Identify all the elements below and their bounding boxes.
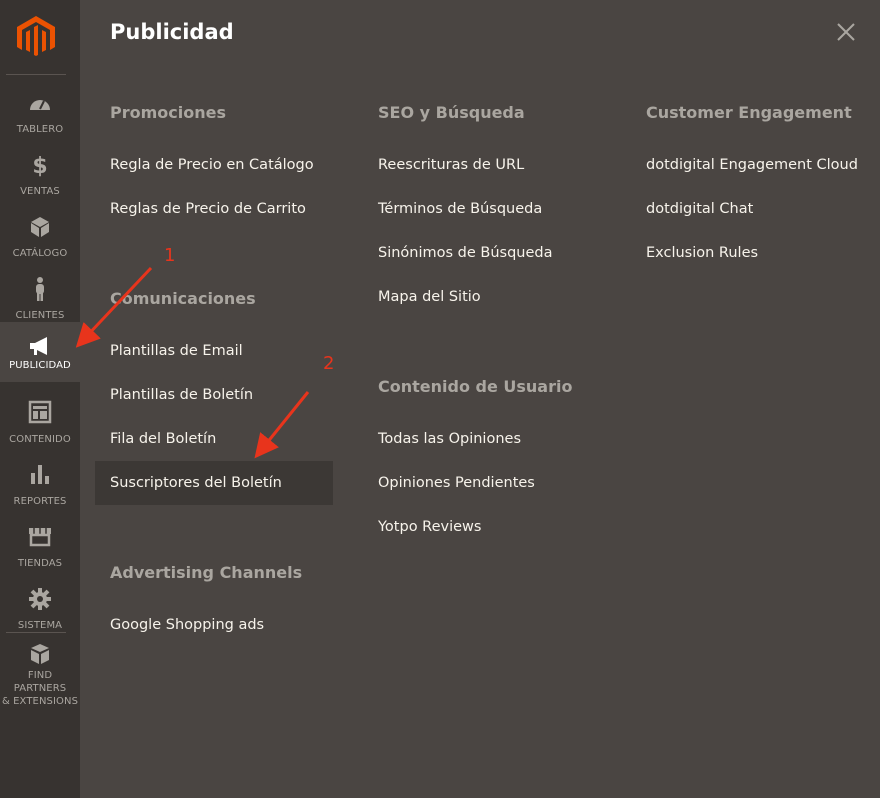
sidebar-item-label: PUBLICIDAD	[9, 360, 71, 371]
menu-link-exclusion-rules[interactable]: Exclusion Rules	[646, 245, 758, 261]
sidebar-item-label: VENTAS	[20, 186, 60, 197]
section-heading-contenido-usuario: Contenido de Usuario	[378, 377, 573, 396]
menu-link-suscriptores-boletin[interactable]: Suscriptores del Boletín	[110, 475, 282, 491]
menu-link-google-shopping-ads[interactable]: Google Shopping ads	[110, 617, 264, 633]
dashboard-icon	[30, 100, 50, 110]
menu-link-plantillas-boletin[interactable]: Plantillas de Boletín	[110, 387, 253, 403]
sidebar-item-label: CLIENTES	[15, 310, 65, 321]
section-heading-comunicaciones: Comunicaciones	[110, 289, 256, 308]
sidebar-item-label: FIND PARTNERS & EXTENSIONS	[1, 670, 79, 707]
sidebar-item-clientes[interactable]: CLIENTES	[0, 270, 80, 330]
store-icon	[29, 528, 51, 547]
sidebar-item-catalogo[interactable]: CATÁLOGO	[0, 208, 80, 268]
sidebar-item-sistema[interactable]: SISTEMA	[0, 580, 80, 640]
menu-link-todas-opiniones[interactable]: Todas las Opiniones	[378, 431, 521, 447]
section-heading-customer-engagement: Customer Engagement	[646, 103, 852, 122]
dollar-icon: $	[32, 154, 47, 178]
annotation-label-1: 1	[164, 245, 176, 266]
layout-icon	[28, 400, 52, 424]
megaphone-icon	[30, 337, 47, 355]
sidebar-item-publicidad[interactable]: PUBLICIDAD	[0, 322, 80, 382]
bar-chart-icon	[31, 465, 49, 484]
menu-link-reglas-precio-carrito[interactable]: Reglas de Precio de Carrito	[110, 201, 306, 217]
sidebar-item-tiendas[interactable]: TIENDAS	[0, 518, 80, 578]
sidebar-item-find-partners[interactable]: FIND PARTNERS & EXTENSIONS	[0, 642, 80, 707]
blocks-icon	[31, 644, 49, 664]
sidebar-item-ventas[interactable]: $ VENTAS	[0, 146, 80, 206]
sidebar-item-label: TABLERO	[16, 124, 64, 135]
menu-link-reescrituras-url[interactable]: Reescrituras de URL	[378, 157, 524, 173]
sidebar-item-reportes[interactable]: REPORTES	[0, 456, 80, 516]
menu-link-dotdigital-chat[interactable]: dotdigital Chat	[646, 201, 753, 217]
section-heading-promociones: Promociones	[110, 103, 226, 122]
close-icon[interactable]	[836, 22, 856, 42]
sidebar-divider	[6, 74, 66, 75]
menu-link-yotpo-reviews[interactable]: Yotpo Reviews	[378, 519, 481, 535]
sidebar-item-label: TIENDAS	[17, 558, 63, 569]
sidebar-item-label: SISTEMA	[17, 620, 63, 631]
sidebar-item-label: CONTENIDO	[9, 434, 71, 445]
menu-link-terminos-busqueda[interactable]: Términos de Búsqueda	[378, 201, 542, 217]
sidebar-item-label: REPORTES	[13, 496, 67, 507]
sidebar-item-contenido[interactable]: CONTENIDO	[0, 394, 80, 454]
menu-link-dotdigital-engagement-cloud[interactable]: dotdigital Engagement Cloud	[646, 157, 858, 173]
admin-sidebar: TABLERO $ VENTAS CATÁLOGO CLIENTES PUBLI…	[0, 0, 80, 798]
cube-icon	[31, 217, 49, 237]
section-heading-advertising-channels: Advertising Channels	[110, 563, 303, 582]
annotation-label-2: 2	[323, 353, 335, 374]
sidebar-divider	[6, 632, 66, 633]
magento-logo-icon[interactable]	[17, 16, 55, 58]
svg-text:$: $	[32, 154, 47, 178]
menu-link-fila-boletin[interactable]: Fila del Boletín	[110, 431, 216, 447]
gear-icon	[29, 588, 51, 610]
menu-link-sinonimos-busqueda[interactable]: Sinónimos de Búsqueda	[378, 245, 553, 261]
section-heading-seo-busqueda: SEO y Búsqueda	[378, 103, 525, 122]
menu-link-opiniones-pendientes[interactable]: Opiniones Pendientes	[378, 475, 535, 491]
person-icon	[36, 277, 44, 301]
menu-link-mapa-sitio[interactable]: Mapa del Sitio	[378, 289, 481, 305]
menu-link-plantillas-email[interactable]: Plantillas de Email	[110, 343, 243, 359]
panel-title: Publicidad	[110, 20, 234, 44]
sidebar-item-label: CATÁLOGO	[12, 248, 68, 259]
menu-link-regla-precio-catalogo[interactable]: Regla de Precio en Catálogo	[110, 157, 314, 173]
sidebar-item-tablero[interactable]: TABLERO	[0, 84, 80, 144]
